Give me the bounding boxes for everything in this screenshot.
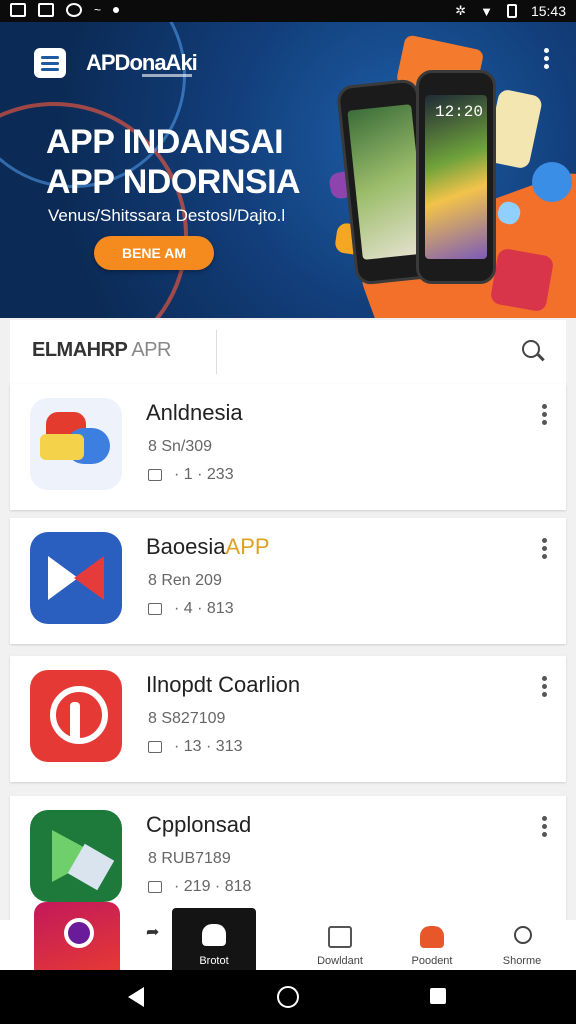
nav-tab-download[interactable]: Dowldant	[300, 920, 380, 970]
message-notification-icon	[38, 3, 54, 17]
chart-tile-icon	[532, 162, 572, 202]
floating-app-icon[interactable]	[34, 902, 120, 970]
app-meta-primary: 8 Ren 209	[148, 572, 222, 589]
nav-tab-search[interactable]: Shorme	[482, 920, 562, 970]
download-count-icon	[148, 602, 162, 615]
app-list-item[interactable]: Ilnopdt Coarlion 8 S827109 · 13 · 313	[10, 656, 566, 782]
nav-tab-people[interactable]: Poodent	[392, 920, 472, 970]
nav-tab-bot[interactable]: Brotot	[172, 908, 256, 970]
m-logo-icon	[30, 532, 122, 624]
hero-banner: APDonaAki APP INDANSAI APP NDORNSIA Venu…	[0, 22, 576, 318]
app-meta-secondary: · 13 · 313	[148, 738, 242, 756]
download-count-icon	[148, 468, 162, 481]
app-meta-secondary: · 4 · 813	[148, 600, 234, 618]
headline-line-1: APP INDANSAI	[46, 123, 284, 161]
app-meta-secondary: · 1 · 233	[148, 466, 234, 484]
brand-subline	[142, 74, 192, 77]
search-input[interactable]	[216, 330, 553, 374]
app-meta-secondary: · 219 · 818	[148, 878, 251, 896]
phone-mockup-front: 12:20	[416, 70, 496, 284]
sync-notification-icon	[66, 3, 82, 17]
status-bar: ~ ✲ ▼ 15:43	[0, 0, 576, 22]
app-meta-primary: 8 S827109	[148, 710, 226, 727]
bot-icon	[202, 924, 226, 946]
wifi-icon: ▼	[480, 3, 493, 19]
download-count-icon	[148, 740, 162, 753]
item-overflow-icon[interactable]	[542, 816, 548, 840]
app-meta-primary: 8 RUB7189	[148, 850, 231, 867]
app-name: Ilnopdt Coarlion	[146, 672, 301, 697]
banner-headline: APP INDANSAI APP NDORNSIA	[46, 122, 301, 202]
app-list-item[interactable]: Anldnesia 8 Sn/309 · 1 · 233	[10, 384, 566, 510]
brand-logo-text: APDonaAki	[86, 50, 198, 75]
vibrate-icon: ✲	[455, 3, 467, 18]
overflow-menu-icon[interactable]	[544, 48, 550, 72]
app-name: BaoesiaAPP	[146, 534, 270, 559]
circle-app-icon	[489, 247, 555, 313]
item-overflow-icon[interactable]	[542, 538, 548, 562]
share-icon[interactable]: ➦	[146, 920, 170, 970]
pin-logo-icon	[30, 670, 122, 762]
dash-notification-icon: ~	[94, 3, 102, 17]
back-icon[interactable]	[128, 987, 144, 1007]
home-icon[interactable]	[277, 986, 299, 1008]
search-icon	[514, 926, 532, 944]
phone-clock-text: 12:20	[435, 103, 484, 121]
search-brand-label: ELMAHRP APR	[32, 339, 171, 361]
download-count-icon	[148, 880, 162, 893]
dot-notification-icon	[113, 7, 120, 13]
banner-tagline: Venus/Shitssara Destosl/Dajto.l	[48, 206, 286, 225]
chat-bubbles-icon	[30, 398, 122, 490]
gallery-notification-icon	[10, 3, 26, 17]
item-overflow-icon[interactable]	[542, 404, 548, 428]
download-icon	[328, 926, 352, 948]
banner-cta-button[interactable]: BENE AM	[94, 236, 214, 270]
hamburger-menu-icon[interactable]	[34, 48, 66, 78]
app-name: Anldnesia	[146, 400, 243, 425]
system-navigation-bar	[0, 970, 576, 1024]
people-icon	[420, 926, 444, 948]
headline-line-2: APP NDORNSIA	[46, 163, 301, 201]
app-meta-primary: 8 Sn/309	[148, 438, 213, 455]
recents-icon[interactable]	[430, 988, 446, 1004]
battery-icon	[506, 4, 517, 18]
app-list-item[interactable]: BaoesiaAPP 8 Ren 209 · 4 · 813	[10, 518, 566, 644]
item-overflow-icon[interactable]	[542, 676, 548, 700]
search-icon[interactable]	[522, 340, 540, 358]
play-logo-icon	[30, 810, 122, 902]
search-bar: ELMAHRP APR	[10, 320, 566, 384]
app-name: Cpplonsad	[146, 812, 252, 837]
status-time: 15:43	[530, 3, 566, 19]
